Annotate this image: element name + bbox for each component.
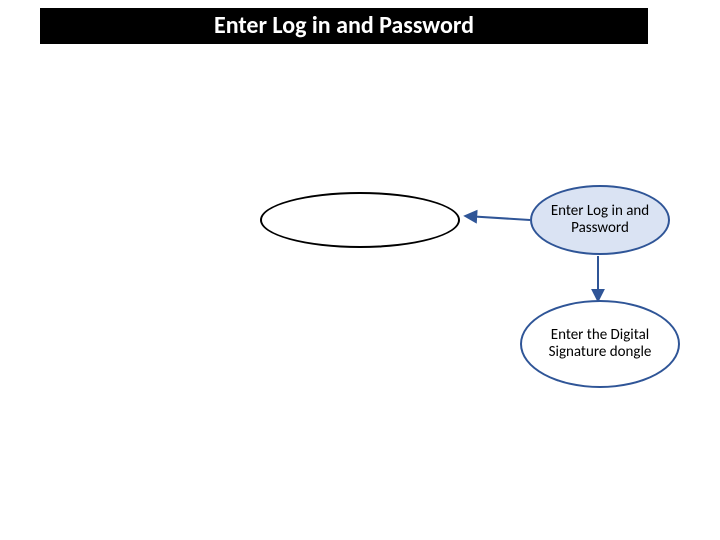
bubble-dongle: Enter the Digital Signature dongle: [520, 300, 680, 388]
title-text: Enter Log in and Password: [214, 14, 474, 38]
bubble-login: Enter Log in and Password: [530, 185, 670, 255]
title-bar: Enter Log in and Password: [40, 8, 648, 44]
diagram-stage: Enter Log in and Password Enter Log in a…: [0, 0, 720, 540]
highlight-ellipse: [260, 192, 460, 248]
bubble-dongle-text: Enter the Digital Signature dongle: [532, 327, 668, 362]
arrow-login-to-highlight: [0, 0, 720, 540]
arrow-login-to-dongle: [0, 0, 720, 540]
bubble-login-text: Enter Log in and Password: [542, 203, 658, 238]
